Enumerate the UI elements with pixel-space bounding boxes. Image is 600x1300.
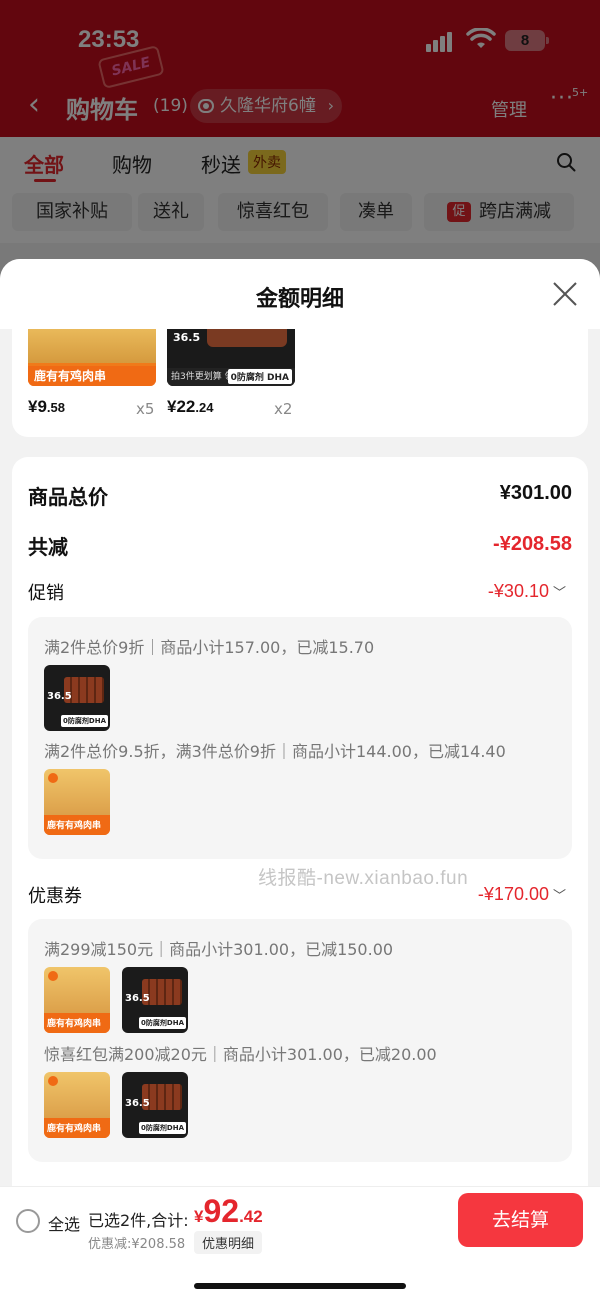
coupon-rule: 惊喜红包满200减20元｜商品小计301.00，已减20.00 [44,1045,437,1064]
checkout-bar: 全选 已选2件,合计: ¥92.42 优惠减:¥208.58 优惠明细 去结算 [0,1186,600,1300]
promo-rule: 满2件总价9.5折，满3件总价9折｜商品小计144.00，已减14.40 [44,742,506,761]
select-all-label[interactable]: 全选 [48,1211,80,1235]
promo-value[interactable]: -¥30.10 ﹀ [488,581,566,602]
product-qty: x2 [274,400,293,418]
chevron-down-icon: ﹀ [552,888,566,903]
close-icon[interactable] [552,281,578,307]
select-all-radio[interactable] [16,1209,40,1233]
product-image-cake[interactable]: 36.5 拍3件更划算 领券下单 0防腐剂 DHA [167,329,295,386]
product-image-chicken[interactable]: 鹿有有鸡肉串 [28,329,156,386]
total-price-label: 商品总价 [28,485,108,509]
chevron-down-icon: ﹀ [552,585,566,600]
total-reduce-value: -¥208.58 [493,533,572,555]
coupon-label: 优惠券 [28,886,82,907]
coupon-rule: 满299减150元｜商品小计301.00，已减150.00 [44,940,394,959]
total-price-value: ¥301.00 [499,482,572,504]
product-name: 鹿有有鸡肉串 [28,366,156,386]
cake-dha-label: 0防腐剂 DHA [227,369,292,384]
product-thumbnail: 鹿有有鸡肉串 [44,1072,110,1138]
selected-products-card: 鹿有有鸡肉串 ¥9.58 x5 36.5 拍3件更划算 领券下单 0防腐剂 DH… [12,329,588,437]
cake-badge-number: 36.5 [173,331,201,344]
sheet-header: 金额明细 [0,259,600,329]
promo-rule: 满2件总价9折｜商品小计157.00，已减15.70 [44,638,375,657]
promo-label: 促销 [28,583,64,604]
selection-summary: 已选2件,合计: [88,1211,189,1230]
home-indicator [194,1283,406,1289]
product-thumbnail: 鹿有有鸡肉串 [44,967,110,1033]
total-amount: ¥92.42 [194,1193,263,1229]
promo-group: 满2件总价9折｜商品小计157.00，已减15.70 36.5 0防腐剂DHA 满… [28,617,572,859]
watermark: 线报酷-new.xianbao.fun [258,868,469,889]
product-thumbnail: 36.5 0防腐剂DHA [122,1072,188,1138]
cake-graphic [207,329,287,347]
total-reduce-label: 共减 [28,535,68,559]
product-price: ¥9.58 [28,397,65,416]
product-price: ¥22.24 [167,397,214,416]
product-thumbnail: 36.5 0防腐剂DHA [44,665,110,731]
product-thumbnail: 36.5 0防腐剂DHA [122,967,188,1033]
amount-detail-card: 商品总价 ¥301.00 共减 -¥208.58 促销 -¥30.10 ﹀ 满2件… [12,457,588,1300]
product-thumbnail: 鹿有有鸡肉串 [44,769,110,835]
sheet-title: 金额明细 [255,287,344,312]
savings-text: 优惠减:¥208.58 [88,1237,186,1252]
coupon-group: 满299减150元｜商品小计301.00，已减150.00 鹿有有鸡肉串 36.… [28,919,572,1162]
product-qty: x5 [136,400,155,418]
checkout-button[interactable]: 去结算 [458,1193,583,1247]
coupon-value[interactable]: -¥170.00 ﹀ [478,884,566,905]
amount-detail-sheet: 金额明细 鹿有有鸡肉串 ¥9.58 x5 36.5 拍3件更划算 领券下单 0防… [0,259,600,1300]
discount-detail-button[interactable]: 优惠明细 [194,1231,263,1254]
